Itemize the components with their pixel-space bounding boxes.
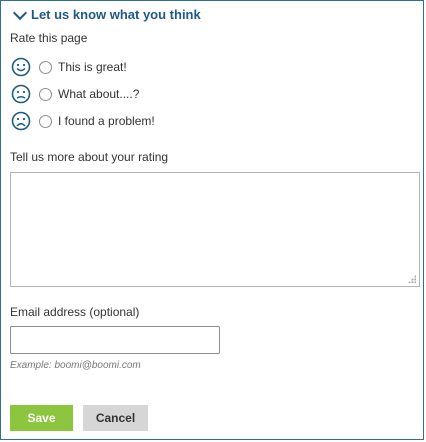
rate-label: Rate this page	[10, 31, 88, 45]
neutral-face-icon	[11, 84, 31, 104]
radio-great[interactable]	[39, 60, 52, 74]
email-hint: Example: boomi@boomi.com	[10, 360, 141, 371]
frown-face-icon	[11, 111, 31, 131]
rate-option-label: This is great!	[58, 60, 127, 74]
rate-option-label: I found a problem!	[58, 114, 155, 128]
email-label: Email address (optional)	[10, 305, 140, 319]
rate-option-label: What about....?	[58, 87, 140, 101]
rate-option-problem[interactable]: I found a problem!	[11, 110, 155, 132]
rate-option-great[interactable]: This is great!	[11, 56, 127, 78]
feedback-label: Tell us more about your rating	[10, 150, 169, 164]
rate-option-what-about[interactable]: What about....?	[11, 83, 139, 105]
feedback-panel: Let us know what you think Rate this pag…	[0, 0, 424, 440]
smile-face-icon	[11, 57, 31, 77]
feedback-title: Let us know what you think	[31, 7, 201, 22]
resize-handle-icon[interactable]	[408, 275, 416, 283]
feedback-header-toggle[interactable]: Let us know what you think	[12, 5, 201, 22]
email-field[interactable]	[10, 326, 220, 354]
radio-problem[interactable]	[39, 114, 52, 128]
radio-what-about[interactable]	[39, 87, 52, 101]
cancel-button[interactable]: Cancel	[83, 405, 148, 431]
feedback-textarea[interactable]	[10, 172, 420, 287]
save-button[interactable]: Save	[10, 405, 73, 431]
chevron-down-icon	[12, 5, 28, 20]
